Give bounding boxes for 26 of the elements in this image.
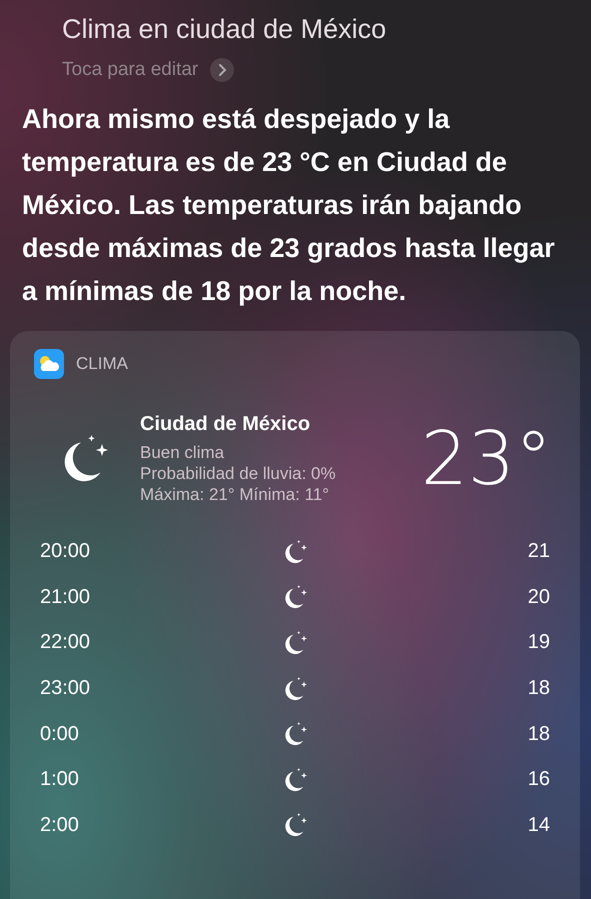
weather-detail: Probabilidad de lluvia: 0% bbox=[140, 463, 337, 484]
weather-detail: Máxima: 21° Mínima: 11° bbox=[140, 484, 330, 505]
hour-temperature: 18 bbox=[526, 722, 550, 746]
cloud-sun-icon bbox=[34, 349, 64, 379]
hour-time: 23:00 bbox=[40, 677, 92, 700]
weather-card[interactable]: CLIMA Ciudad de México Buen clima Probabilidad de lluvia: 0% Máxima: 21° Mínima: 11° 23° 20:00 21 21:00 20 22:00 19 23:00 18 0:00 18 1:00 16 2:00 14 bbox=[10, 331, 580, 899]
hour-time: 22:00 bbox=[40, 631, 92, 654]
hour-temperature: 16 bbox=[526, 768, 550, 792]
hour-temperature: 21 bbox=[526, 540, 550, 564]
hour-temperature: 14 bbox=[526, 814, 550, 837]
hour-time: 21:00 bbox=[40, 586, 92, 609]
chevron-icon[interactable] bbox=[210, 58, 234, 82]
hour-temperature: 20 bbox=[526, 586, 550, 609]
response-text: Ahora mismo está despejado y la temperatura es de 23 °C en Ciudad de México. Las temperaturas irán bajando desde máximas de 23 grados hasta llegar a mínimas de 18 por la noche. bbox=[22, 103, 556, 308]
current-temperature: 23° bbox=[420, 416, 552, 502]
hour-temperature: 19 bbox=[526, 631, 550, 654]
hour-time: 1:00 bbox=[40, 768, 80, 792]
edit-link[interactable]: Toca para editar bbox=[62, 59, 198, 81]
hour-time: 20:00 bbox=[40, 540, 92, 564]
hour-temperature: 18 bbox=[526, 677, 550, 700]
weather-detail: Buen clima bbox=[140, 442, 226, 463]
hour-time: 2:00 bbox=[40, 814, 80, 837]
app-label: CLIMA bbox=[76, 354, 128, 374]
hour-time: 0:00 bbox=[40, 722, 80, 746]
query-text: Clima en ciudad de México bbox=[62, 13, 388, 46]
city-name: Ciudad de México bbox=[140, 413, 312, 436]
